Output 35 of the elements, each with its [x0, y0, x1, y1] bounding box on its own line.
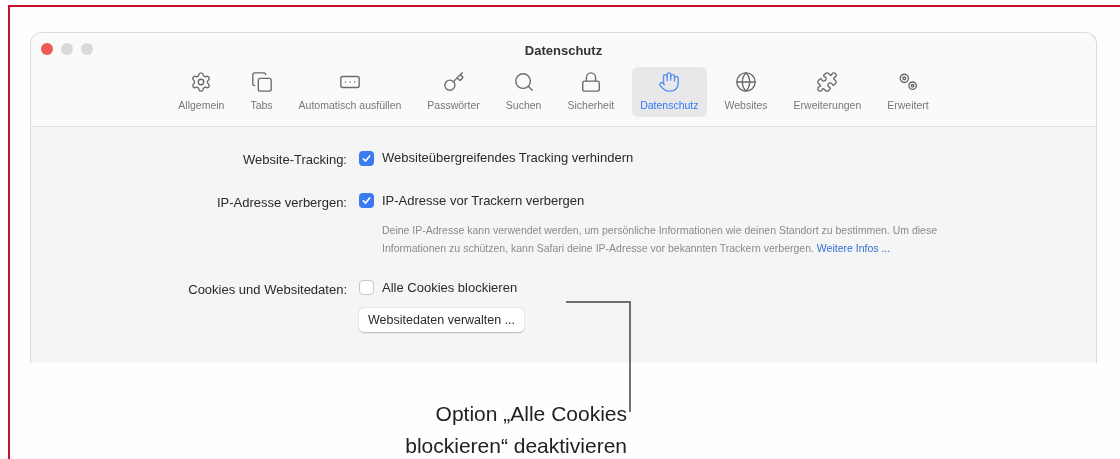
check-icon — [361, 195, 372, 206]
lock-icon — [579, 71, 602, 93]
more-info-link[interactable]: Weitere Infos ... — [816, 241, 891, 254]
toolbar-tab[interactable]: Websites — [716, 67, 776, 117]
search-icon — [512, 71, 535, 93]
copy-icon — [250, 71, 273, 93]
setting-label: Website-Tracking: — [242, 152, 347, 167]
toolbar-tab[interactable]: Erweiterungen — [785, 67, 870, 117]
toolbar-tab[interactable]: Allgemein — [170, 67, 233, 117]
description-text: Deine IP-Adresse kann verwendet werden, um persönliche Informationen wie deinen Standort zu bestimmen. Um diese Informationen zu schützen, kann Safari deine IP-Adresse vor bekannten Trackern verbergen. Weitere Infos ... — [382, 222, 939, 256]
checkbox[interactable] — [359, 193, 374, 208]
checkbox[interactable] — [359, 150, 374, 166]
callout-text: Option „Alle Cookies blockieren“ deaktivieren — [404, 401, 627, 459]
option-label: IP-Adresse vor Trackern verbergen — [382, 191, 585, 210]
globe-icon — [735, 71, 758, 93]
toolbar-tab[interactable]: Suchen — [497, 67, 550, 117]
window-title: Datenschutz — [524, 42, 603, 61]
setting-label: Cookies und Websitedaten: — [188, 281, 347, 297]
gear-icon — [190, 71, 213, 93]
close-button[interactable] — [41, 43, 53, 55]
option-label: Alle Cookies blockieren — [382, 278, 518, 297]
manage-data-button[interactable]: Websitedaten verwalten ... — [359, 307, 525, 333]
option-label: Websiteübergreifendes Tracking verhindern — [382, 149, 634, 168]
toolbar-tab[interactable]: Datenschutz — [632, 67, 707, 117]
toolbar-tab[interactable]: Passwörter — [419, 67, 488, 117]
checkbox[interactable] — [359, 280, 374, 295]
toolbar-tab[interactable]: Sicherheit — [559, 67, 623, 117]
toolbar-tab[interactable]: Automatisch ausfüllen — [290, 67, 410, 117]
toolbar-tab[interactable]: Erweitert — [879, 67, 937, 117]
puzzle-icon — [816, 71, 839, 93]
toolbar-tab[interactable]: Tabs — [242, 67, 281, 117]
key-icon — [442, 71, 465, 93]
check-icon — [361, 152, 372, 164]
setting-label: IP-Adresse verbergen: — [216, 194, 347, 210]
hand-icon — [658, 71, 681, 93]
